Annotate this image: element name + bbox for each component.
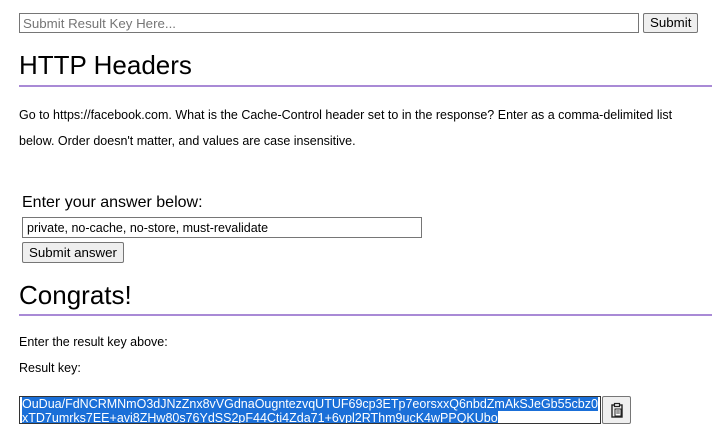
result-key-textarea[interactable]: OuDua/FdNCRMNmO3dJNzZnx8vVGdnaOugntezvqU… xyxy=(19,396,601,424)
congrats-title: Congrats! xyxy=(19,280,132,310)
divider xyxy=(19,85,712,87)
copy-button[interactable] xyxy=(602,396,631,424)
result-key-value: OuDua/FdNCRMNmO3dJNzZnx8vVGdnaOugntezvqU… xyxy=(22,397,598,424)
result-key-bar: Submit xyxy=(19,13,701,33)
answer-input[interactable] xyxy=(22,217,422,238)
page: Submit HTTP Headers Go to https://facebo… xyxy=(0,0,712,441)
answer-label: Enter your answer below: xyxy=(22,194,203,211)
result-key-label: Result key: xyxy=(19,361,81,375)
submit-key-button[interactable]: Submit xyxy=(643,13,699,33)
divider xyxy=(19,314,712,316)
result-key-input[interactable] xyxy=(19,13,639,33)
result-instruction: Enter the result key above: xyxy=(19,335,168,349)
question-text: Go to https://facebook.com. What is the … xyxy=(19,108,673,148)
clipboard-icon xyxy=(610,402,623,418)
submit-answer-button[interactable]: Submit answer xyxy=(22,242,124,263)
section-title: HTTP Headers xyxy=(19,50,192,80)
